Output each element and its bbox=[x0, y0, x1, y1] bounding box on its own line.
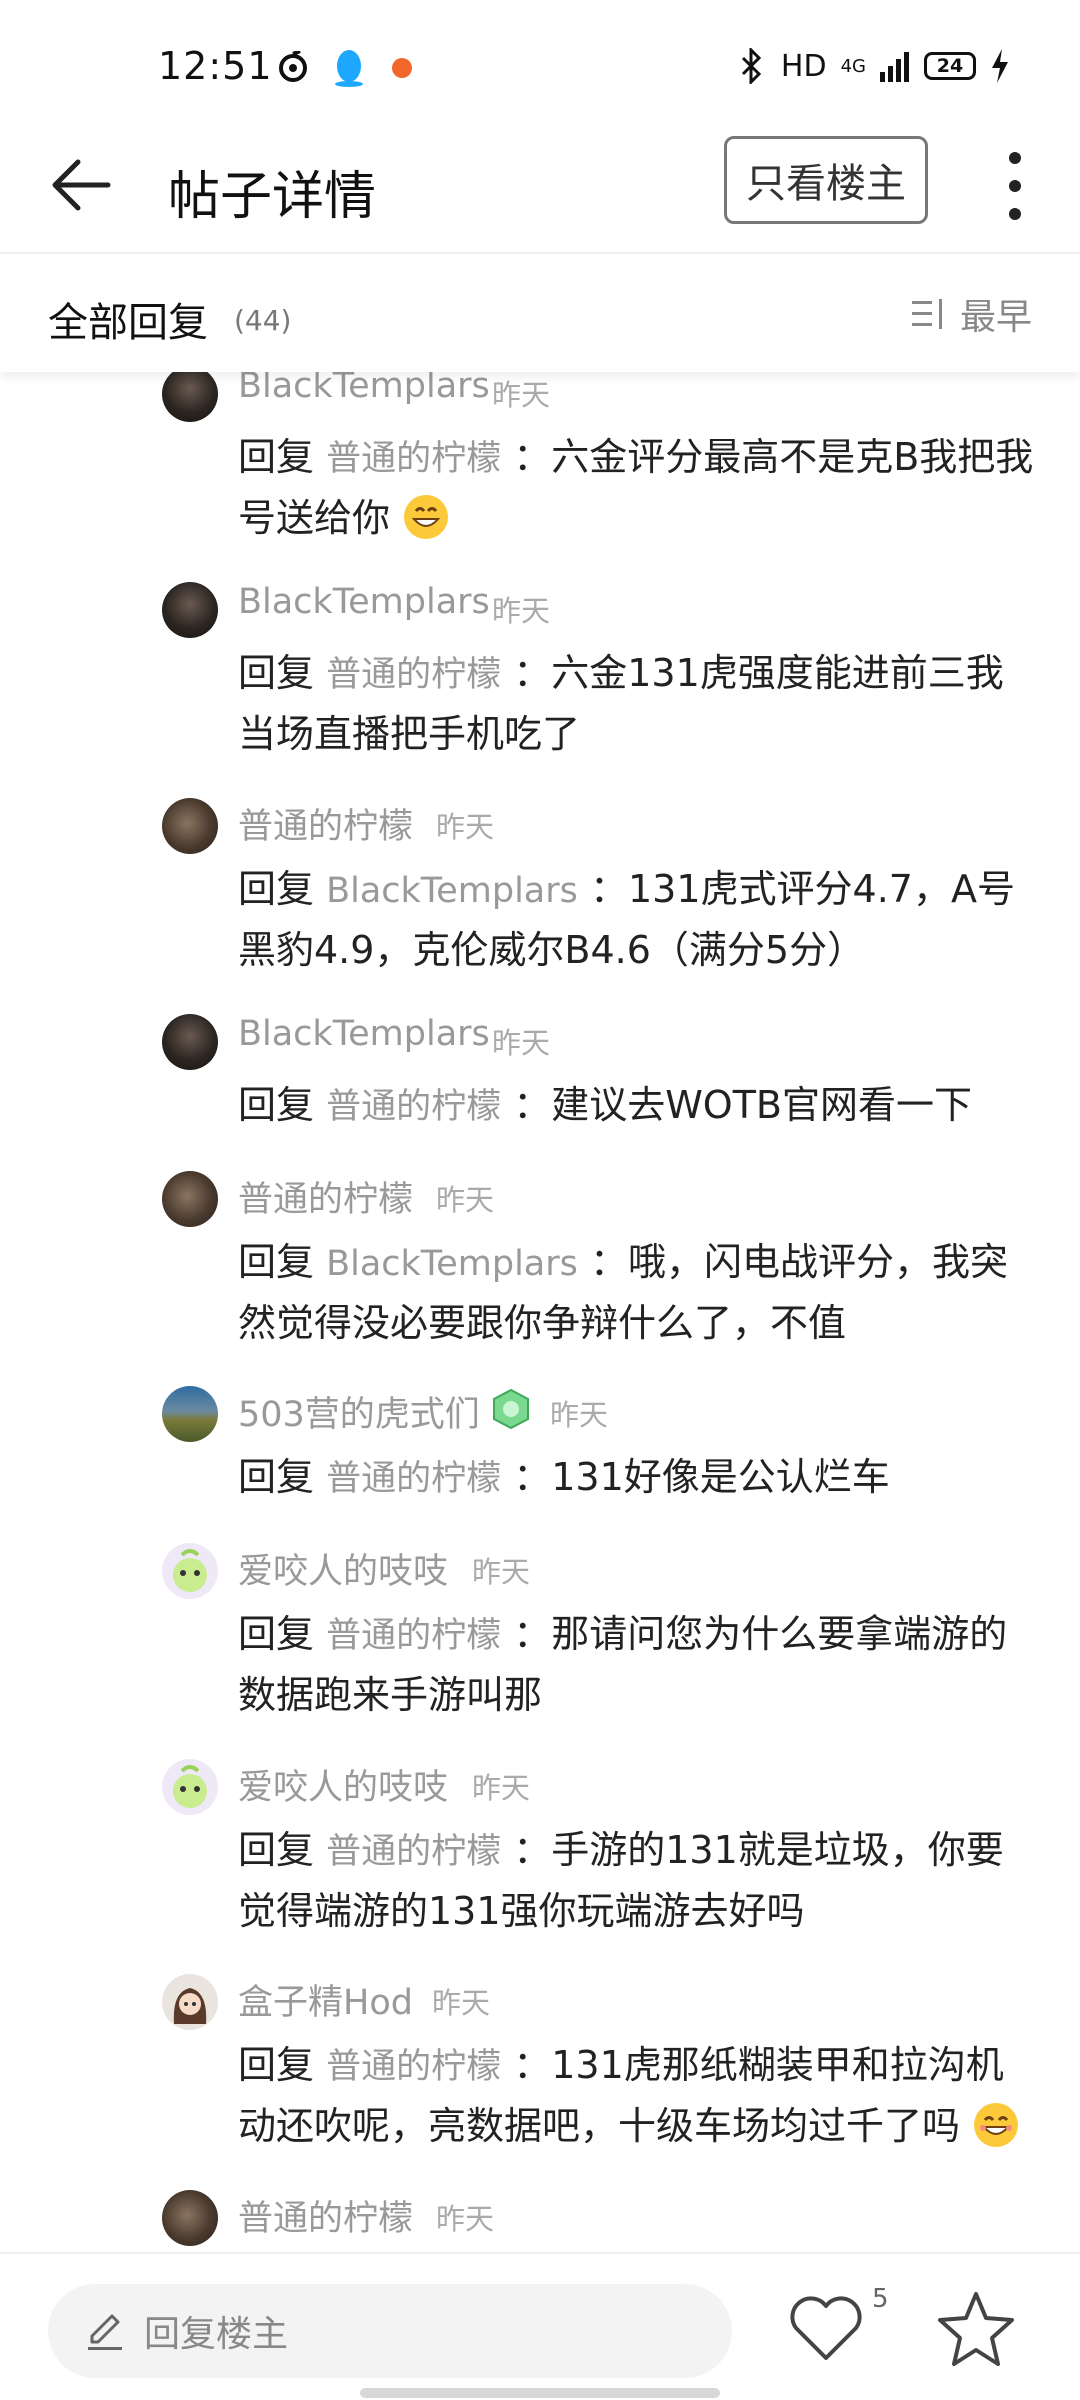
reply-prefix: 回复 bbox=[238, 651, 315, 695]
star-icon[interactable] bbox=[936, 2290, 1016, 2368]
comment-time: 昨天 bbox=[472, 1771, 531, 1805]
level-badge-icon bbox=[493, 1388, 529, 1430]
reply-target[interactable]: 普通的柠檬 bbox=[326, 1832, 501, 1872]
reply-prefix: 回复 bbox=[238, 2043, 315, 2087]
sort-control[interactable]: 最早 bbox=[911, 288, 1032, 340]
avatar[interactable] bbox=[162, 1759, 218, 1815]
like-count: 5 bbox=[872, 2284, 889, 2314]
sync-icon bbox=[279, 51, 307, 82]
comment-username[interactable]: 盒子精Hod bbox=[238, 1974, 413, 2025]
app-dot-icon bbox=[392, 58, 412, 78]
avatar[interactable] bbox=[162, 1171, 218, 1227]
comment-body: 回复 普通的柠檬 ：那请问您为什么要拿端游的数据跑来手游叫那 bbox=[238, 1605, 1038, 1725]
comment-username[interactable]: 爱咬人的吱吱 bbox=[238, 1759, 448, 1810]
avatar[interactable] bbox=[162, 1014, 218, 1070]
replies-count: (44) bbox=[234, 304, 292, 337]
more-options-icon[interactable] bbox=[992, 148, 1038, 224]
reply-target[interactable]: BlackTemplars bbox=[326, 871, 578, 911]
bluetooth-icon bbox=[741, 48, 762, 84]
comment-username[interactable]: 爱咬人的吱吱 bbox=[238, 1543, 448, 1594]
reply-prefix: 回复 bbox=[238, 1828, 315, 1872]
cute-avatar-icon bbox=[173, 1765, 207, 1808]
comment-time: 昨天 bbox=[492, 1026, 551, 1060]
status-right: HD 4G 24 bbox=[737, 48, 1010, 84]
battery-icon: 24 bbox=[924, 52, 976, 80]
heart-icon[interactable] bbox=[786, 2292, 866, 2364]
comment-username[interactable]: 普通的柠檬 bbox=[238, 1171, 413, 1222]
reply-target[interactable]: 普通的柠檬 bbox=[326, 1087, 501, 1127]
comment-time: 昨天 bbox=[472, 1555, 531, 1589]
comment-username[interactable]: BlackTemplars bbox=[238, 582, 490, 622]
comment-text: ：建议去WOTB官网看一下 bbox=[513, 1083, 972, 1127]
reply-target[interactable]: 普通的柠檬 bbox=[326, 1459, 501, 1499]
status-bar: 12:51 HD 4G 24 bbox=[0, 0, 1080, 120]
comment-time: 昨天 bbox=[492, 594, 551, 628]
network-label: HD bbox=[780, 48, 827, 84]
comment-body: 回复 普通的柠檬 ：手游的131就是垃圾，你要觉得端游的131强你玩端游去好吗 bbox=[238, 1821, 1038, 1941]
bottom-bar: 回复楼主 5 bbox=[0, 2252, 1080, 2400]
status-time: 12:51 bbox=[158, 44, 273, 88]
signal-label: 4G bbox=[840, 55, 866, 77]
home-indicator bbox=[360, 2388, 720, 2398]
avatar[interactable] bbox=[162, 1543, 218, 1599]
signal-icon bbox=[880, 52, 909, 82]
comment-time: 昨天 bbox=[550, 1398, 609, 1432]
reply-prefix: 回复 bbox=[238, 1455, 315, 1499]
only-op-button[interactable]: 只看楼主 bbox=[724, 136, 928, 224]
comment-body: 回复 普通的柠檬 ：131虎那纸糊装甲和拉沟机动还吹呢，亮数据吧，十级车场均过千… bbox=[238, 2036, 1038, 2156]
comment-body: 回复 BlackTemplars ：131虎式评分4.7，A号黑豹4.9，克伦威… bbox=[238, 860, 1038, 980]
comment-time: 昨天 bbox=[436, 1183, 495, 1217]
comment-body: 回复 普通的柠檬 ：131好像是公认烂车 bbox=[238, 1448, 1038, 1509]
girl-avatar-icon bbox=[173, 1988, 207, 2024]
cute-avatar-icon bbox=[173, 1549, 207, 1592]
comment-username[interactable]: 普通的柠檬 bbox=[238, 2190, 413, 2241]
reply-prefix: 回复 bbox=[238, 1612, 315, 1656]
sort-icon bbox=[911, 299, 942, 329]
comment-body: 回复 普通的柠檬 ：六金评分最高不是克B我把我号送给你 bbox=[238, 428, 1038, 548]
qq-icon bbox=[335, 50, 363, 87]
reply-target[interactable]: 普通的柠檬 bbox=[326, 439, 501, 479]
smile-emoji-icon bbox=[974, 2103, 1019, 2147]
reply-prefix: 回复 bbox=[238, 1240, 315, 1284]
comment-time: 昨天 bbox=[492, 378, 551, 412]
back-arrow-icon[interactable] bbox=[48, 150, 118, 220]
comment-username[interactable]: BlackTemplars bbox=[238, 1014, 490, 1054]
avatar[interactable] bbox=[162, 1974, 218, 2030]
page-title: 帖子详情 bbox=[168, 167, 377, 227]
comment-username[interactable]: BlackTemplars bbox=[238, 366, 490, 406]
charging-icon bbox=[992, 49, 1008, 83]
avatar[interactable] bbox=[162, 582, 218, 638]
reply-target[interactable]: 普通的柠檬 bbox=[326, 1616, 501, 1656]
avatar[interactable] bbox=[162, 798, 218, 854]
reply-target[interactable]: 普通的柠檬 bbox=[326, 655, 501, 695]
comment-time: 昨天 bbox=[436, 2202, 495, 2236]
avatar[interactable] bbox=[162, 2190, 218, 2246]
sort-label: 最早 bbox=[959, 297, 1032, 338]
comment-username[interactable]: 普通的柠檬 bbox=[238, 798, 413, 849]
replies-header: 全部回复 (44) 最早 bbox=[0, 254, 1080, 372]
comment-body: 回复 普通的柠檬 ：建议去WOTB官网看一下 bbox=[238, 1076, 1038, 1137]
comment-text: ：131好像是公认烂车 bbox=[513, 1455, 890, 1499]
reply-input[interactable]: 回复楼主 bbox=[48, 2284, 732, 2378]
comment-list: BlackTemplars 昨天 回复 普通的柠檬 ：六金评分最高不是克B我把我… bbox=[0, 360, 1080, 2250]
reply-target[interactable]: 普通的柠檬 bbox=[326, 2047, 501, 2087]
replies-title: 全部回复 bbox=[48, 300, 208, 346]
app-bar: 帖子详情 只看楼主 bbox=[0, 120, 1080, 254]
reply-target[interactable]: BlackTemplars bbox=[326, 1244, 578, 1284]
reply-prefix: 回复 bbox=[238, 435, 315, 479]
comment-username[interactable]: 503营的虎式们 bbox=[238, 1386, 480, 1437]
comment-body: 回复 BlackTemplars ：哦，闪电战评分，我突然觉得没必要跟你争辩什么… bbox=[238, 1233, 1038, 1353]
notification-icons bbox=[276, 48, 416, 88]
reply-prefix: 回复 bbox=[238, 1083, 315, 1127]
grin-emoji-icon bbox=[404, 495, 449, 539]
pencil-icon bbox=[88, 2314, 122, 2350]
reply-prefix: 回复 bbox=[238, 867, 315, 911]
avatar[interactable] bbox=[162, 1386, 218, 1442]
comment-time: 昨天 bbox=[436, 810, 495, 844]
comment-body: 回复 普通的柠檬 ：六金131虎强度能进前三我当场直播把手机吃了 bbox=[238, 644, 1038, 764]
reply-input-placeholder: 回复楼主 bbox=[144, 2314, 289, 2355]
comment-time: 昨天 bbox=[432, 1986, 491, 2020]
avatar[interactable] bbox=[162, 366, 218, 422]
